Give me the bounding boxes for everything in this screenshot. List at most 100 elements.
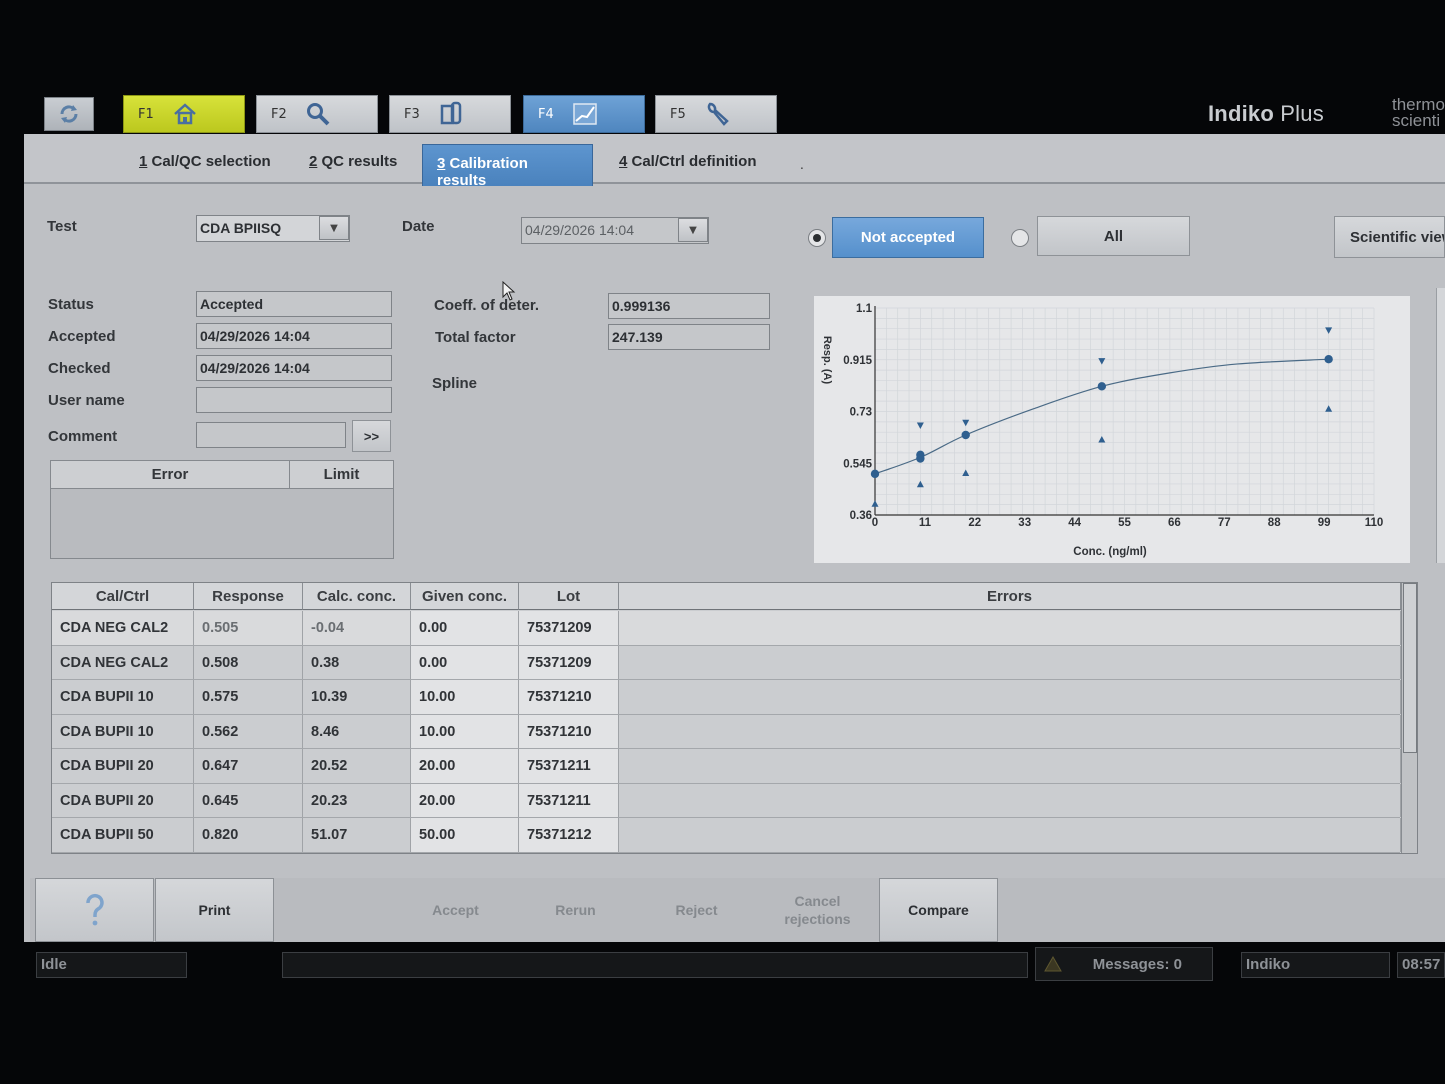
cell-given-conc: 20.00: [411, 749, 519, 783]
vendor-logo: thermo scienti: [1392, 96, 1445, 129]
print-button[interactable]: Print: [155, 878, 274, 942]
column-header-calc-conc[interactable]: Calc. conc.: [303, 583, 411, 610]
cell-lot: 75371211: [519, 749, 619, 783]
all-radio[interactable]: [1011, 229, 1029, 247]
cell-cal-ctrl: CDA NEG CAL2: [52, 611, 194, 645]
cell-given-conc: 50.00: [411, 818, 519, 852]
x-tick-label: 99: [1318, 517, 1331, 529]
cell-calc-conc: 0.38: [303, 645, 411, 679]
cell-cal-ctrl: CDA BUPII 20: [52, 783, 194, 817]
cancel-rejections-button[interactable]: Cancel rejections: [758, 878, 877, 942]
status-field: Accepted: [196, 291, 392, 317]
coeff-label: Coeff. of deter.: [434, 297, 540, 314]
chart-grid: [874, 307, 1375, 516]
help-button[interactable]: [35, 878, 154, 942]
table-row[interactable]: CDA BUPII 20 0.645 20.23 20.00 75371211: [52, 783, 1401, 818]
cell-calc-conc: -0.04: [303, 611, 411, 645]
table-row[interactable]: CDA NEG CAL2 0.505 -0.04 0.00 75371209: [52, 611, 1401, 646]
column-header-given-conc[interactable]: Given conc.: [411, 583, 519, 610]
column-header-cal-ctrl[interactable]: Cal/Ctrl: [52, 583, 194, 610]
table-scrollbar[interactable]: [1401, 583, 1417, 853]
tab-text: QC results: [317, 153, 398, 170]
data-point-triangle-down: [916, 422, 924, 429]
compare-button[interactable]: Compare: [879, 878, 998, 942]
cell-errors: [619, 818, 1401, 852]
x-tick-label: 0: [872, 517, 878, 529]
messages-button[interactable]: Messages: 0: [1035, 947, 1213, 981]
status-time: 08:57: [1397, 952, 1445, 978]
chart-x-axis-label: Conc. (ng/ml): [1073, 546, 1147, 558]
scrollbar-thumb[interactable]: [1403, 583, 1417, 753]
brand-main: Indiko: [1208, 101, 1274, 126]
coeff-value: 0.999136: [612, 298, 671, 314]
date-value: 04/29/2026 14:04: [525, 222, 634, 238]
cancel-rejections-line1: Cancel: [794, 893, 841, 909]
messages-count: Messages: 0: [1092, 956, 1182, 973]
column-header-lot[interactable]: Lot: [519, 583, 619, 610]
x-tick-label: 88: [1268, 517, 1281, 529]
tab-calibration-results[interactable]: 3 Calibration results: [422, 144, 593, 189]
test-value: CDA BPIISQ: [200, 220, 282, 236]
calibration-results-table: Cal/Ctrl Response Calc. conc. Given conc…: [51, 582, 1418, 854]
rerun-button[interactable]: Rerun: [516, 878, 635, 942]
f5-label: F5: [670, 106, 686, 122]
comment-expand-button[interactable]: >>: [352, 420, 391, 452]
cell-errors: [619, 749, 1401, 783]
cell-response: 0.508: [194, 645, 303, 679]
x-tick-label: 66: [1168, 517, 1181, 529]
comment-field[interactable]: [196, 422, 346, 448]
calibration-chart: 0 11 22 33 44 55 66 77 88 99 110 1.1 0.915 0.73 0.545 0…: [814, 296, 1410, 563]
cell-response: 0.820: [194, 818, 303, 852]
mouse-cursor-icon: [502, 281, 516, 301]
data-point-circle: [1097, 382, 1107, 391]
refresh-icon: [60, 105, 78, 123]
f2-label: F2: [271, 106, 287, 122]
chevron-down-icon: ▼: [330, 222, 338, 234]
f1-home-button[interactable]: F1: [123, 95, 245, 133]
cell-calc-conc: 10.39: [303, 680, 411, 714]
f4-calibration-button[interactable]: F4: [523, 95, 645, 133]
date-dropdown-button[interactable]: ▼: [678, 218, 708, 242]
f3-samples-button[interactable]: F3: [389, 95, 511, 133]
column-header-response[interactable]: Response: [194, 583, 303, 610]
test-dropdown-button[interactable]: ▼: [319, 216, 349, 240]
data-point-triangle-up: [962, 469, 970, 477]
x-tick-label: 22: [968, 517, 981, 529]
table-row[interactable]: CDA BUPII 10 0.562 8.46 10.00 75371210: [52, 714, 1401, 749]
reject-button[interactable]: Reject: [637, 878, 756, 942]
tab-cal-qc-selection[interactable]: 1 Cal/QC selection: [139, 153, 271, 170]
all-button[interactable]: All: [1037, 216, 1190, 256]
tab-text: Cal/Ctrl definition: [627, 153, 757, 170]
side-panel-edge: [1436, 288, 1445, 563]
table-row[interactable]: CDA BUPII 50 0.820 51.07 50.00 75371212: [52, 818, 1401, 853]
tab-cal-ctrl-definition[interactable]: 4 Cal/Ctrl definition: [619, 153, 757, 170]
y-tick-label: 0.545: [843, 458, 872, 470]
cell-errors: [619, 714, 1401, 748]
refresh-button[interactable]: [44, 97, 94, 131]
accept-button[interactable]: Accept: [396, 878, 515, 942]
scientific-view-button[interactable]: Scientific view: [1334, 216, 1445, 258]
table-row[interactable]: CDA BUPII 20 0.647 20.52 20.00 75371211: [52, 749, 1401, 784]
data-point-triangle-down: [1325, 327, 1333, 334]
column-header-errors[interactable]: Errors: [619, 583, 1401, 610]
not-accepted-radio[interactable]: [808, 229, 826, 247]
table-row[interactable]: CDA NEG CAL2 0.508 0.38 0.00 75371209: [52, 645, 1401, 680]
y-tick-label: 0.73: [850, 407, 872, 419]
data-point-circle: [961, 430, 970, 440]
limit-column-header: Limit: [290, 461, 393, 489]
cell-lot: 75371210: [519, 714, 619, 748]
f5-tools-button[interactable]: F5: [655, 95, 777, 133]
f2-search-button[interactable]: F2: [256, 95, 378, 133]
not-accepted-button[interactable]: Not accepted: [832, 217, 984, 258]
checked-label: Checked: [48, 360, 111, 377]
checked-field: 04/29/2026 14:04: [196, 355, 392, 381]
data-point-circle: [870, 469, 880, 479]
cell-calc-conc: 20.23: [303, 783, 411, 817]
search-icon: [306, 103, 330, 126]
table-row[interactable]: CDA BUPII 10 0.575 10.39 10.00 75371210: [52, 680, 1401, 715]
comment-label: Comment: [48, 428, 118, 445]
cell-given-conc: 0.00: [411, 611, 519, 645]
f3-label: F3: [404, 106, 420, 122]
y-tick-label: 1.1: [856, 303, 873, 315]
tab-qc-results[interactable]: 2 QC results: [309, 153, 397, 170]
